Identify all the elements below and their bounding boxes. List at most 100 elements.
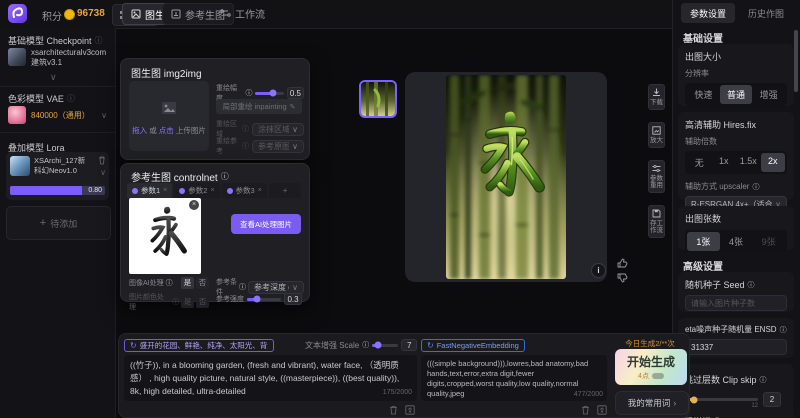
image-info-button[interactable]: i xyxy=(591,263,606,278)
cost-badge xyxy=(652,373,664,379)
clip-skip-value[interactable]: 2 xyxy=(763,392,781,407)
hires-option-15x[interactable]: 1.5x xyxy=(736,153,761,172)
hires-fix-card: 高清辅助 Hires.fix 辅助倍数 无 1x 1.5x 2x 辅助方式 up… xyxy=(678,112,794,200)
denoise-value[interactable]: 0.5 xyxy=(287,87,304,99)
seed-placeholder: 请输入图片种子数 xyxy=(691,298,755,309)
negative-embedding-chip[interactable]: ↻ FastNegativeEmbedding xyxy=(421,339,525,352)
controlnet-reference-image[interactable]: × xyxy=(129,198,201,274)
save-to-workflow-button[interactable]: 存工作流 xyxy=(648,205,665,238)
app-logo[interactable] xyxy=(8,4,27,23)
controlnet-panel-title: 参考生图 controlnet xyxy=(131,169,218,184)
inpaint-area-dropdown[interactable]: 涂抹区域 in∨ xyxy=(252,123,304,136)
seed-card: 随机种子 Seed ⓘ 请输入图片种子数 xyxy=(678,272,794,312)
thumbs-down-icon[interactable] xyxy=(617,273,628,283)
ai-process-no-button[interactable]: 否 xyxy=(196,277,209,289)
checkpoint-collapse[interactable]: ∨ xyxy=(50,72,57,83)
hires-option-none[interactable]: 无 xyxy=(687,153,712,172)
resolution-segmented[interactable]: 快速 普通 增强 xyxy=(685,83,787,106)
remove-image-icon[interactable]: × xyxy=(189,200,199,210)
ref-condition-dropdown[interactable]: 参考深度 dept∨ xyxy=(248,281,304,294)
chevron-down-icon[interactable]: ∨ xyxy=(100,168,106,177)
result-thumbnail-image xyxy=(361,82,395,116)
enlarge-button[interactable]: 放大 xyxy=(648,122,665,148)
seed-input[interactable]: 请输入图片种子数 xyxy=(685,295,787,311)
ref-strength-slider[interactable] xyxy=(247,298,281,301)
denoise-slider[interactable] xyxy=(255,92,283,95)
plus-icon: + xyxy=(40,217,46,229)
inpaint-ref-dropdown[interactable]: 参考原图 or∨ xyxy=(252,140,304,153)
color-process-label: 图片颜色处理 xyxy=(129,292,170,312)
tab-settings[interactable]: 参数设置 xyxy=(681,3,735,23)
count-option-1[interactable]: 1张 xyxy=(687,232,720,251)
ensd-card: eta噪声种子随机量 ENSD ⓘ 31337 xyxy=(678,318,794,358)
controlnet-panel: 参考生图 controlnet ⓘ 参数1 × 参数2 × 参数3 × + xyxy=(120,163,310,302)
resolution-option-normal[interactable]: 普通 xyxy=(720,85,753,104)
coin-icon xyxy=(64,9,75,20)
negative-prompt-input[interactable]: (((simple background))),lowres,bad anato… xyxy=(421,355,607,401)
view-ai-image-button[interactable]: 查看AI处理图片 xyxy=(231,214,301,234)
result-thumbnail[interactable] xyxy=(359,80,397,118)
color-process-yes-button[interactable]: 是 xyxy=(181,296,194,308)
mode-tab-workflow[interactable]: 工作流 xyxy=(212,3,273,23)
tab-history[interactable]: 历史作图 xyxy=(739,3,793,23)
reuse-params-button[interactable]: 参数重用 xyxy=(648,160,665,193)
hires-option-1x[interactable]: 1x xyxy=(712,153,737,172)
trash-icon[interactable] xyxy=(98,156,106,165)
image-upload-dropzone[interactable]: 拖入 或 点击 上传图片 xyxy=(129,81,209,151)
ref-strength-value[interactable]: 0.3 xyxy=(284,293,302,305)
thumbs-up-icon[interactable] xyxy=(617,258,628,268)
upload-image-icon xyxy=(161,101,177,115)
translate-icon[interactable] xyxy=(597,405,607,415)
lora-thumbnail xyxy=(10,156,30,176)
ai-process-yes-button[interactable]: 是 xyxy=(181,277,194,289)
image-count-title: 出图张数 xyxy=(685,212,787,225)
points-label: 积分 xyxy=(42,8,62,23)
my-common-words-button[interactable]: 我的常用词 › xyxy=(615,391,689,415)
img2img-panel-title: 图生图 img2img xyxy=(131,65,202,80)
positive-suggestion-chip[interactable]: ↻ 盛开的花园、鲜艳、纯净、太阳光、背景、杰作、最佳质量 xyxy=(124,339,274,352)
negative-char-counter: 477/2000 xyxy=(574,390,603,399)
close-icon[interactable]: × xyxy=(210,187,214,194)
translate-icon[interactable] xyxy=(405,405,415,415)
positive-prompt-input[interactable]: ((竹子)), in a blooming garden, (fresh and… xyxy=(124,355,417,401)
info-icon: ⓘ xyxy=(221,171,229,182)
controlnet-tab-add[interactable]: + xyxy=(269,183,302,198)
image-count-segmented[interactable]: 1张 4张 9张 xyxy=(685,230,787,253)
controlnet-tab-1[interactable]: 参数1 × xyxy=(127,183,172,198)
checkpoint-card[interactable]: xsarchitecturalv3com建筑v3.1 xyxy=(8,48,107,69)
lora-add-button[interactable]: + 待添加 xyxy=(6,206,111,240)
sidebar-scrollbar[interactable] xyxy=(794,30,798,92)
cfg-scale-slider[interactable] xyxy=(372,344,398,347)
ensd-input[interactable]: 31337 xyxy=(685,339,787,355)
checkpoint-thumbnail xyxy=(8,48,26,66)
info-icon: ⓘ xyxy=(242,124,249,134)
param-dot-icon xyxy=(132,188,138,194)
count-option-4[interactable]: 4张 xyxy=(720,232,753,251)
download-button[interactable]: 下载 xyxy=(648,84,665,110)
upload-rest-label: 上传图片 xyxy=(176,126,206,135)
lora-weight-slider[interactable]: 0.80 xyxy=(10,186,105,195)
controlnet-tab-3[interactable]: 参数3 × xyxy=(222,183,267,198)
vae-selector[interactable]: 840000（通用） ∨ xyxy=(8,106,107,124)
resolution-option-enhanced[interactable]: 增强 xyxy=(752,85,785,104)
output-size-card: 出图大小 分辨率 快速 普通 增强 xyxy=(678,44,794,106)
output-size-title: 出图大小 xyxy=(685,50,787,63)
close-icon[interactable]: × xyxy=(163,187,167,194)
close-icon[interactable]: × xyxy=(258,187,262,194)
generate-button[interactable]: 开始生成 4点 xyxy=(615,349,687,385)
prompt-bar: ↻ 盛开的花园、鲜艳、纯净、太阳光、背景、杰作、最佳质量 文本增强 Scale … xyxy=(118,333,690,418)
advanced-settings-heading: 高级设置 xyxy=(683,258,723,273)
color-process-no-button[interactable]: 否 xyxy=(196,296,209,308)
resolution-option-fast[interactable]: 快速 xyxy=(687,85,720,104)
clip-skip-slider[interactable]: 12 xyxy=(684,398,758,401)
inpainting-button[interactable]: 局部重绘 inpainting ✎ xyxy=(216,99,302,114)
controlnet-tab-2[interactable]: 参数2 × xyxy=(174,183,219,198)
lora-card[interactable]: XSArchi_127新科幻Neov1.0 ∨ 0.80 xyxy=(6,152,109,200)
hires-option-2x[interactable]: 2x xyxy=(761,153,786,172)
ref-strength-label: 参考强度 xyxy=(216,294,244,304)
info-icon: ⓘ xyxy=(780,325,787,335)
trash-icon[interactable] xyxy=(581,405,590,415)
trash-icon[interactable] xyxy=(389,405,398,415)
cfg-scale-value[interactable]: 7 xyxy=(401,339,417,351)
hires-scale-segmented[interactable]: 无 1x 1.5x 2x xyxy=(685,151,787,174)
